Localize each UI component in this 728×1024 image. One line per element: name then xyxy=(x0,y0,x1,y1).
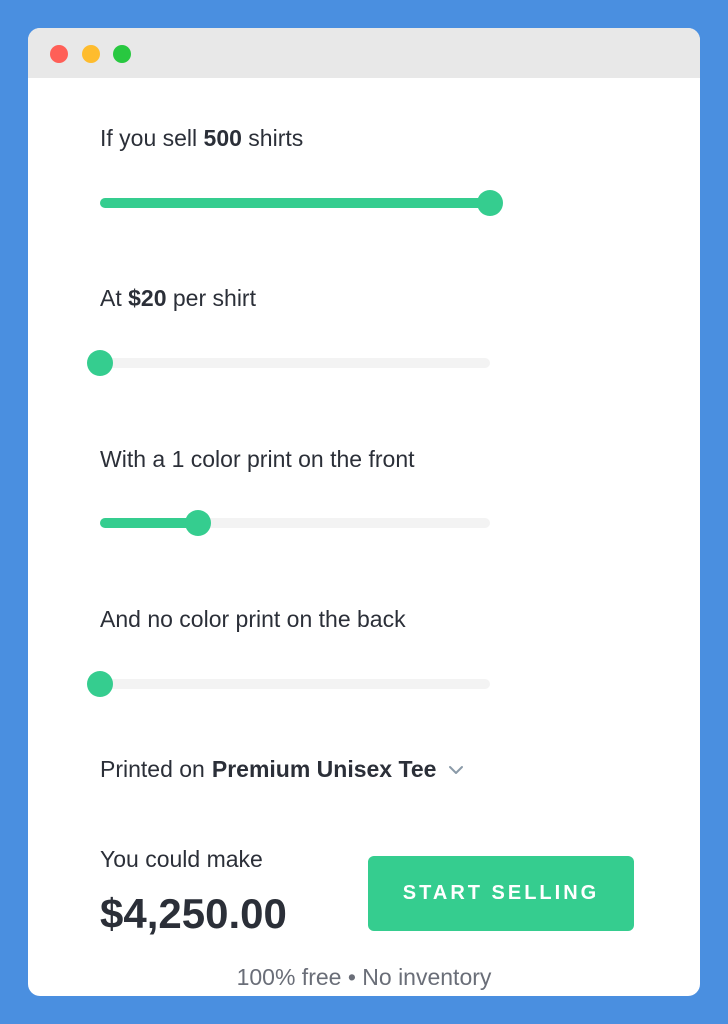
front-print-label: With a 1 color print on the front xyxy=(100,446,415,473)
app-window: If you sell 500 shirts At $20 per shirt … xyxy=(28,28,700,996)
quantity-value: 500 xyxy=(203,125,242,151)
product-prefix: Printed on xyxy=(100,756,205,782)
price-label: At $20 per shirt xyxy=(100,285,256,312)
slider-fill xyxy=(100,518,198,528)
earnings-label: You could make xyxy=(100,846,263,872)
slider-track[interactable] xyxy=(100,358,490,368)
footnote: 100% free • No inventory xyxy=(236,964,492,990)
quantity-prefix: If you sell xyxy=(100,125,204,151)
maximize-window-button[interactable] xyxy=(113,45,131,63)
front-print-prefix: With a xyxy=(100,446,172,472)
price-value: $20 xyxy=(128,285,167,311)
close-window-button[interactable] xyxy=(50,45,68,63)
chevron-down-icon[interactable] xyxy=(448,764,464,776)
slider-fill xyxy=(100,198,490,208)
slider-thumb[interactable] xyxy=(477,190,503,216)
price-suffix: per shirt xyxy=(166,285,256,311)
front-print-suffix: color print on the front xyxy=(184,446,415,472)
back-print-slider[interactable] xyxy=(87,669,490,699)
earnings-amount: $4,250.00 xyxy=(100,890,287,937)
quantity-slider[interactable] xyxy=(100,188,503,218)
price-prefix: At xyxy=(100,285,129,311)
slider-thumb[interactable] xyxy=(87,350,113,376)
start-selling-button[interactable]: START SELLING xyxy=(368,856,634,931)
price-slider[interactable] xyxy=(87,348,490,378)
slider-track[interactable] xyxy=(100,679,490,689)
minimize-window-button[interactable] xyxy=(82,45,100,63)
quantity-label: If you sell 500 shirts xyxy=(100,125,303,152)
slider-thumb[interactable] xyxy=(185,510,211,536)
quantity-suffix: shirts xyxy=(241,125,304,151)
back-print-label: And no color print on the back xyxy=(100,606,406,632)
title-bar xyxy=(28,28,700,78)
slider-thumb[interactable] xyxy=(87,671,113,697)
product-selector[interactable]: Printed on Premium Unisex Tee xyxy=(100,756,464,783)
product-name[interactable]: Premium Unisex Tee xyxy=(212,756,437,783)
front-print-slider[interactable] xyxy=(100,508,490,538)
front-print-value: 1 xyxy=(171,446,185,472)
